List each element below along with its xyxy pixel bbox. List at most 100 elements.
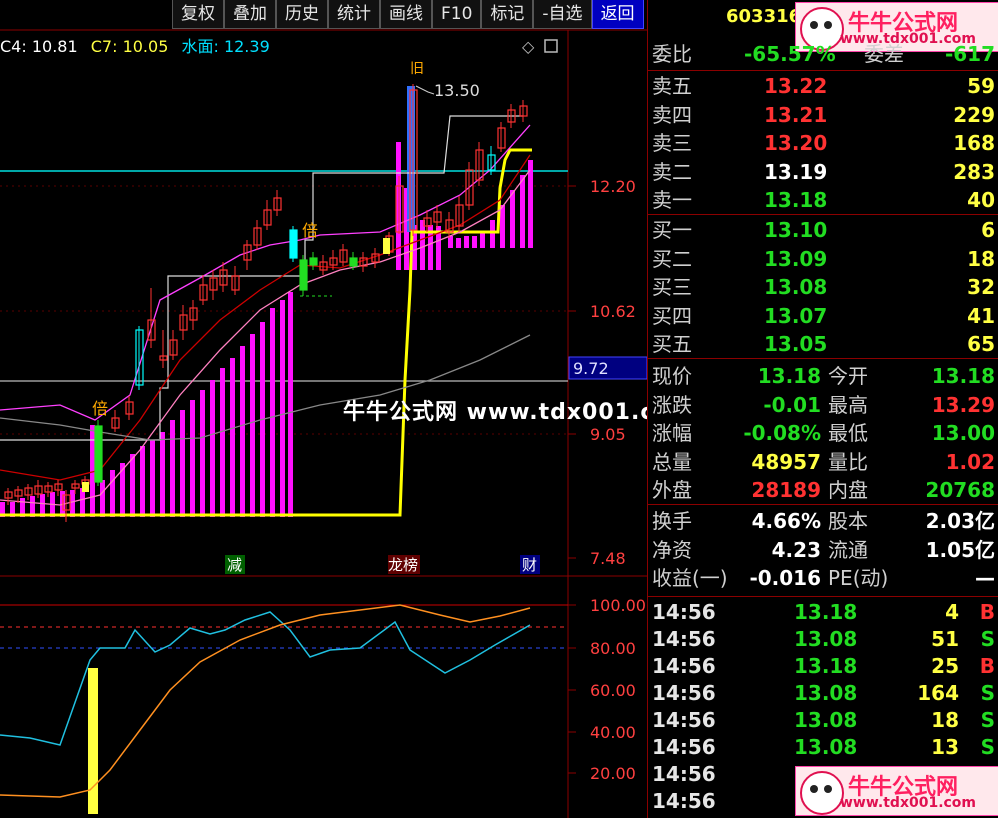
tick-row: 14:56 13.08 51 S <box>648 625 998 653</box>
tick-price: 13.18 <box>794 600 858 624</box>
stat-value: 48957 <box>751 449 821 474</box>
fund-value: 4.23 <box>771 537 821 562</box>
buy-price: 13.05 <box>764 332 828 357</box>
sell-volume: 40 <box>967 188 995 213</box>
toolbar-button-remove-favorite[interactable]: -自选 <box>533 0 592 29</box>
magenta-bar <box>510 190 515 248</box>
magenta-bar <box>160 432 165 517</box>
sell-row: 卖四 13.21 229 <box>648 101 998 129</box>
tick-price: 13.08 <box>794 735 858 759</box>
tick-price: 13.08 <box>794 708 858 732</box>
stat-value: -0.01 <box>763 392 821 417</box>
tick-row: 14:56 13.08 18 S <box>648 706 998 734</box>
sell-price: 13.20 <box>764 131 828 156</box>
sell-volume: 168 <box>953 131 995 156</box>
sell-row: 卖三 13.20 168 <box>648 129 998 157</box>
fund-label: 收益(一) <box>652 566 728 591</box>
toolbar-button-restore-rights[interactable]: 复权 <box>172 0 224 29</box>
stat-label: 涨跌 <box>652 392 692 417</box>
tick-time: 14:56 <box>652 762 716 786</box>
stat-value: 13.29 <box>931 392 995 417</box>
magenta-bar <box>70 490 75 517</box>
buy-level-label: 买五 <box>652 332 692 357</box>
maximize-icon[interactable] <box>544 39 558 53</box>
magenta-bar <box>528 160 533 248</box>
tick-time: 14:56 <box>652 789 716 813</box>
chart-toolbar: 复权 叠加 历史 统计 画线 F10 标记 -自选 返回 <box>172 0 644 30</box>
quote-panel: 603316 牛牛公式网 www.tdx001.com 委比 -65.57% 委… <box>647 0 998 818</box>
fund-value: 2.03亿 <box>925 509 995 533</box>
fund-label: PE(动) <box>828 566 889 591</box>
sell-level-label: 卖五 <box>652 74 692 98</box>
tick-volume: 13 <box>931 735 959 759</box>
buy-row: 买三 13.08 32 <box>648 273 998 301</box>
toolbar-button-draw-line[interactable]: 画线 <box>380 0 432 29</box>
buy-price: 13.10 <box>764 218 828 242</box>
marker-jiu: 旧 <box>410 61 424 77</box>
candle-body <box>383 238 390 254</box>
stat-label: 最低 <box>828 421 868 446</box>
magenta-bar <box>480 232 485 248</box>
magenta-bar <box>220 368 225 517</box>
buy-volume: 65 <box>967 332 995 357</box>
tick-side: B <box>979 654 995 678</box>
ind-tick-60: 60.00 <box>590 681 636 700</box>
sell-volume: 229 <box>953 102 995 127</box>
tick-price: 13.08 <box>794 681 858 705</box>
tick-time: 14:56 <box>652 627 716 651</box>
fund-row: 收益(一) -0.016 PE(动) — <box>648 564 998 592</box>
magenta-bar <box>280 300 285 517</box>
toolbar-button-overlay[interactable]: 叠加 <box>224 0 276 29</box>
ind-tick-40: 40.00 <box>590 723 636 742</box>
magenta-bar <box>288 292 293 517</box>
stat-row: 涨幅 -0.08% 最低 13.00 <box>648 419 998 447</box>
toolbar-button-history[interactable]: 历史 <box>276 0 328 29</box>
fund-row: 净资 4.23 流通 1.05亿 <box>648 536 998 564</box>
sell-level-label: 卖一 <box>652 188 692 213</box>
toolbar-button-statistics[interactable]: 统计 <box>328 0 380 29</box>
sell-price: 13.19 <box>764 159 828 184</box>
tick-side: B <box>979 600 995 624</box>
toolbar-button-back[interactable]: 返回 <box>591 0 644 29</box>
candle-body <box>299 259 308 291</box>
magenta-bar <box>200 390 205 517</box>
tick-time: 14:56 <box>652 735 716 759</box>
buy-level-label: 买一 <box>652 218 692 242</box>
buy-level-label: 买四 <box>652 303 692 328</box>
fund-value: — <box>975 566 995 591</box>
buy-row: 买五 13.05 65 <box>648 330 998 358</box>
magenta-bars <box>0 86 533 517</box>
magenta-bar <box>456 238 461 248</box>
weibi-value: -65.57% <box>744 42 836 66</box>
price-tick-3: 9.05 <box>590 425 626 444</box>
tick-row: 14:56 13.08 13 S <box>648 733 998 761</box>
buy-price: 13.09 <box>764 246 828 271</box>
sell-row: 卖二 13.19 283 <box>648 158 998 186</box>
weicha-value: -617 <box>944 42 995 66</box>
magenta-bar <box>80 488 85 517</box>
toolbar-button-mark[interactable]: 标记 <box>481 0 534 29</box>
weicha-label: 委差 <box>864 42 904 66</box>
stat-value: 20768 <box>925 478 995 503</box>
tick-side: S <box>980 735 995 759</box>
fund-label: 股本 <box>828 509 868 533</box>
buy-row: 买二 13.09 18 <box>648 245 998 273</box>
stat-row: 总量 48957 量比 1.02 <box>648 448 998 476</box>
fund-value: -0.016 <box>749 566 821 591</box>
tick-time: 14:56 <box>652 600 716 624</box>
stat-label: 最高 <box>828 392 868 417</box>
diamond-icon[interactable]: ◇ <box>522 37 535 56</box>
cow-logo-icon <box>800 771 844 815</box>
sell-price: 13.21 <box>764 102 828 127</box>
fund-row: 换手 4.66% 股本 2.03亿 <box>648 507 998 535</box>
tick-time: 14:56 <box>652 654 716 678</box>
stat-value: 28189 <box>751 478 821 503</box>
peak-label: 13.50 <box>434 81 480 100</box>
divider <box>648 504 998 505</box>
magenta-bar <box>150 440 155 517</box>
fund-value: 4.66% <box>751 509 821 533</box>
price-tick-2: 10.62 <box>590 302 636 321</box>
toolbar-button-f10[interactable]: F10 <box>432 0 482 29</box>
magenta-bar <box>180 410 185 517</box>
stat-label: 外盘 <box>652 478 692 503</box>
